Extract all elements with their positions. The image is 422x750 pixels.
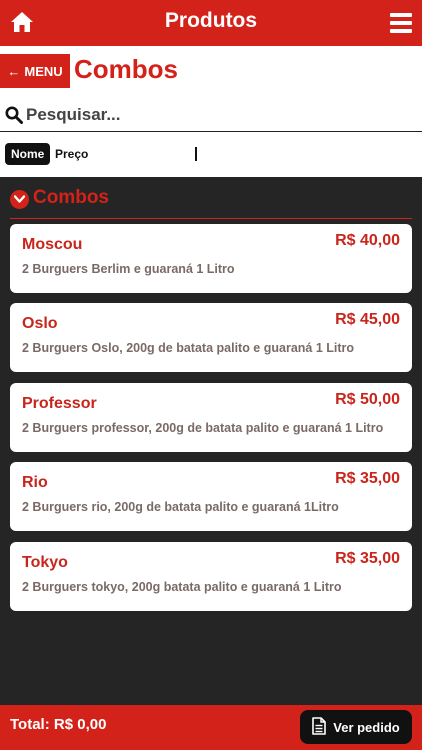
sort-by-price-button[interactable]: Preço [55,147,88,161]
search-icon [5,106,23,124]
menu-button-label: MENU [24,63,63,79]
document-icon [312,716,327,738]
text-cursor [195,147,197,161]
sort-by-name-button[interactable]: Nome [5,143,51,165]
product-description: 2 Burguers tokyo, 200g batata palito e g… [22,580,342,594]
product-description: 2 Burguers Oslo, 200g de batata palito e… [22,341,355,355]
hamburger-menu-icon[interactable] [390,13,412,33]
product-name: Tokyo [22,554,68,571]
view-order-label: Ver pedido [333,719,400,735]
product-price: R$ 50,00 [335,391,400,408]
chevron-down-icon [10,190,29,209]
product-description: 2 Burguers professor, 200g de batata pal… [22,421,384,435]
category-title: Combos [74,54,178,84]
product-description: 2 Burguers Berlim e guaraná 1 Litro [22,262,235,276]
category-header: ← MENU Combos [0,52,422,92]
page-header-title: Produtos [164,9,258,32]
section-header-combos[interactable]: Combos [10,187,412,219]
search-input[interactable] [26,103,406,127]
product-price: R$ 45,00 [335,311,400,328]
product-description: 2 Burguers rio, 200g de batata palito e … [22,500,339,514]
product-price: R$ 35,00 [335,550,400,567]
product-name: Moscou [22,236,83,253]
product-name: Rio [22,474,48,491]
product-card[interactable]: Professor R$ 50,00 2 Burguers professor,… [10,383,412,452]
product-name: Oslo [22,315,58,332]
product-price: R$ 40,00 [335,232,400,249]
product-card[interactable]: Oslo R$ 45,00 2 Burguers Oslo, 200g de b… [10,303,412,372]
top-bar: Produtos [0,0,422,46]
product-card[interactable]: Tokyo R$ 35,00 2 Burguers tokyo, 200g ba… [10,542,412,611]
sort-options: Nome Preço [0,140,422,170]
product-price: R$ 35,00 [335,470,400,487]
order-total: Total: R$ 0,00 [10,716,107,733]
section-title: Combos [33,187,109,208]
bottom-bar: Total: R$ 0,00 Ver pedido [0,705,422,750]
product-card[interactable]: Moscou R$ 40,00 2 Burguers Berlim e guar… [10,224,412,293]
arrow-left-icon: ← [7,63,21,79]
product-name: Professor [22,395,97,412]
view-order-button[interactable]: Ver pedido [300,710,412,744]
search-bar [0,100,422,132]
back-to-menu-button[interactable]: ← MENU [0,54,70,88]
product-list-area[interactable]: Combos Moscou R$ 40,00 2 Burguers Berlim… [0,177,422,705]
product-card[interactable]: Rio R$ 35,00 2 Burguers rio, 200g de bat… [10,462,412,531]
